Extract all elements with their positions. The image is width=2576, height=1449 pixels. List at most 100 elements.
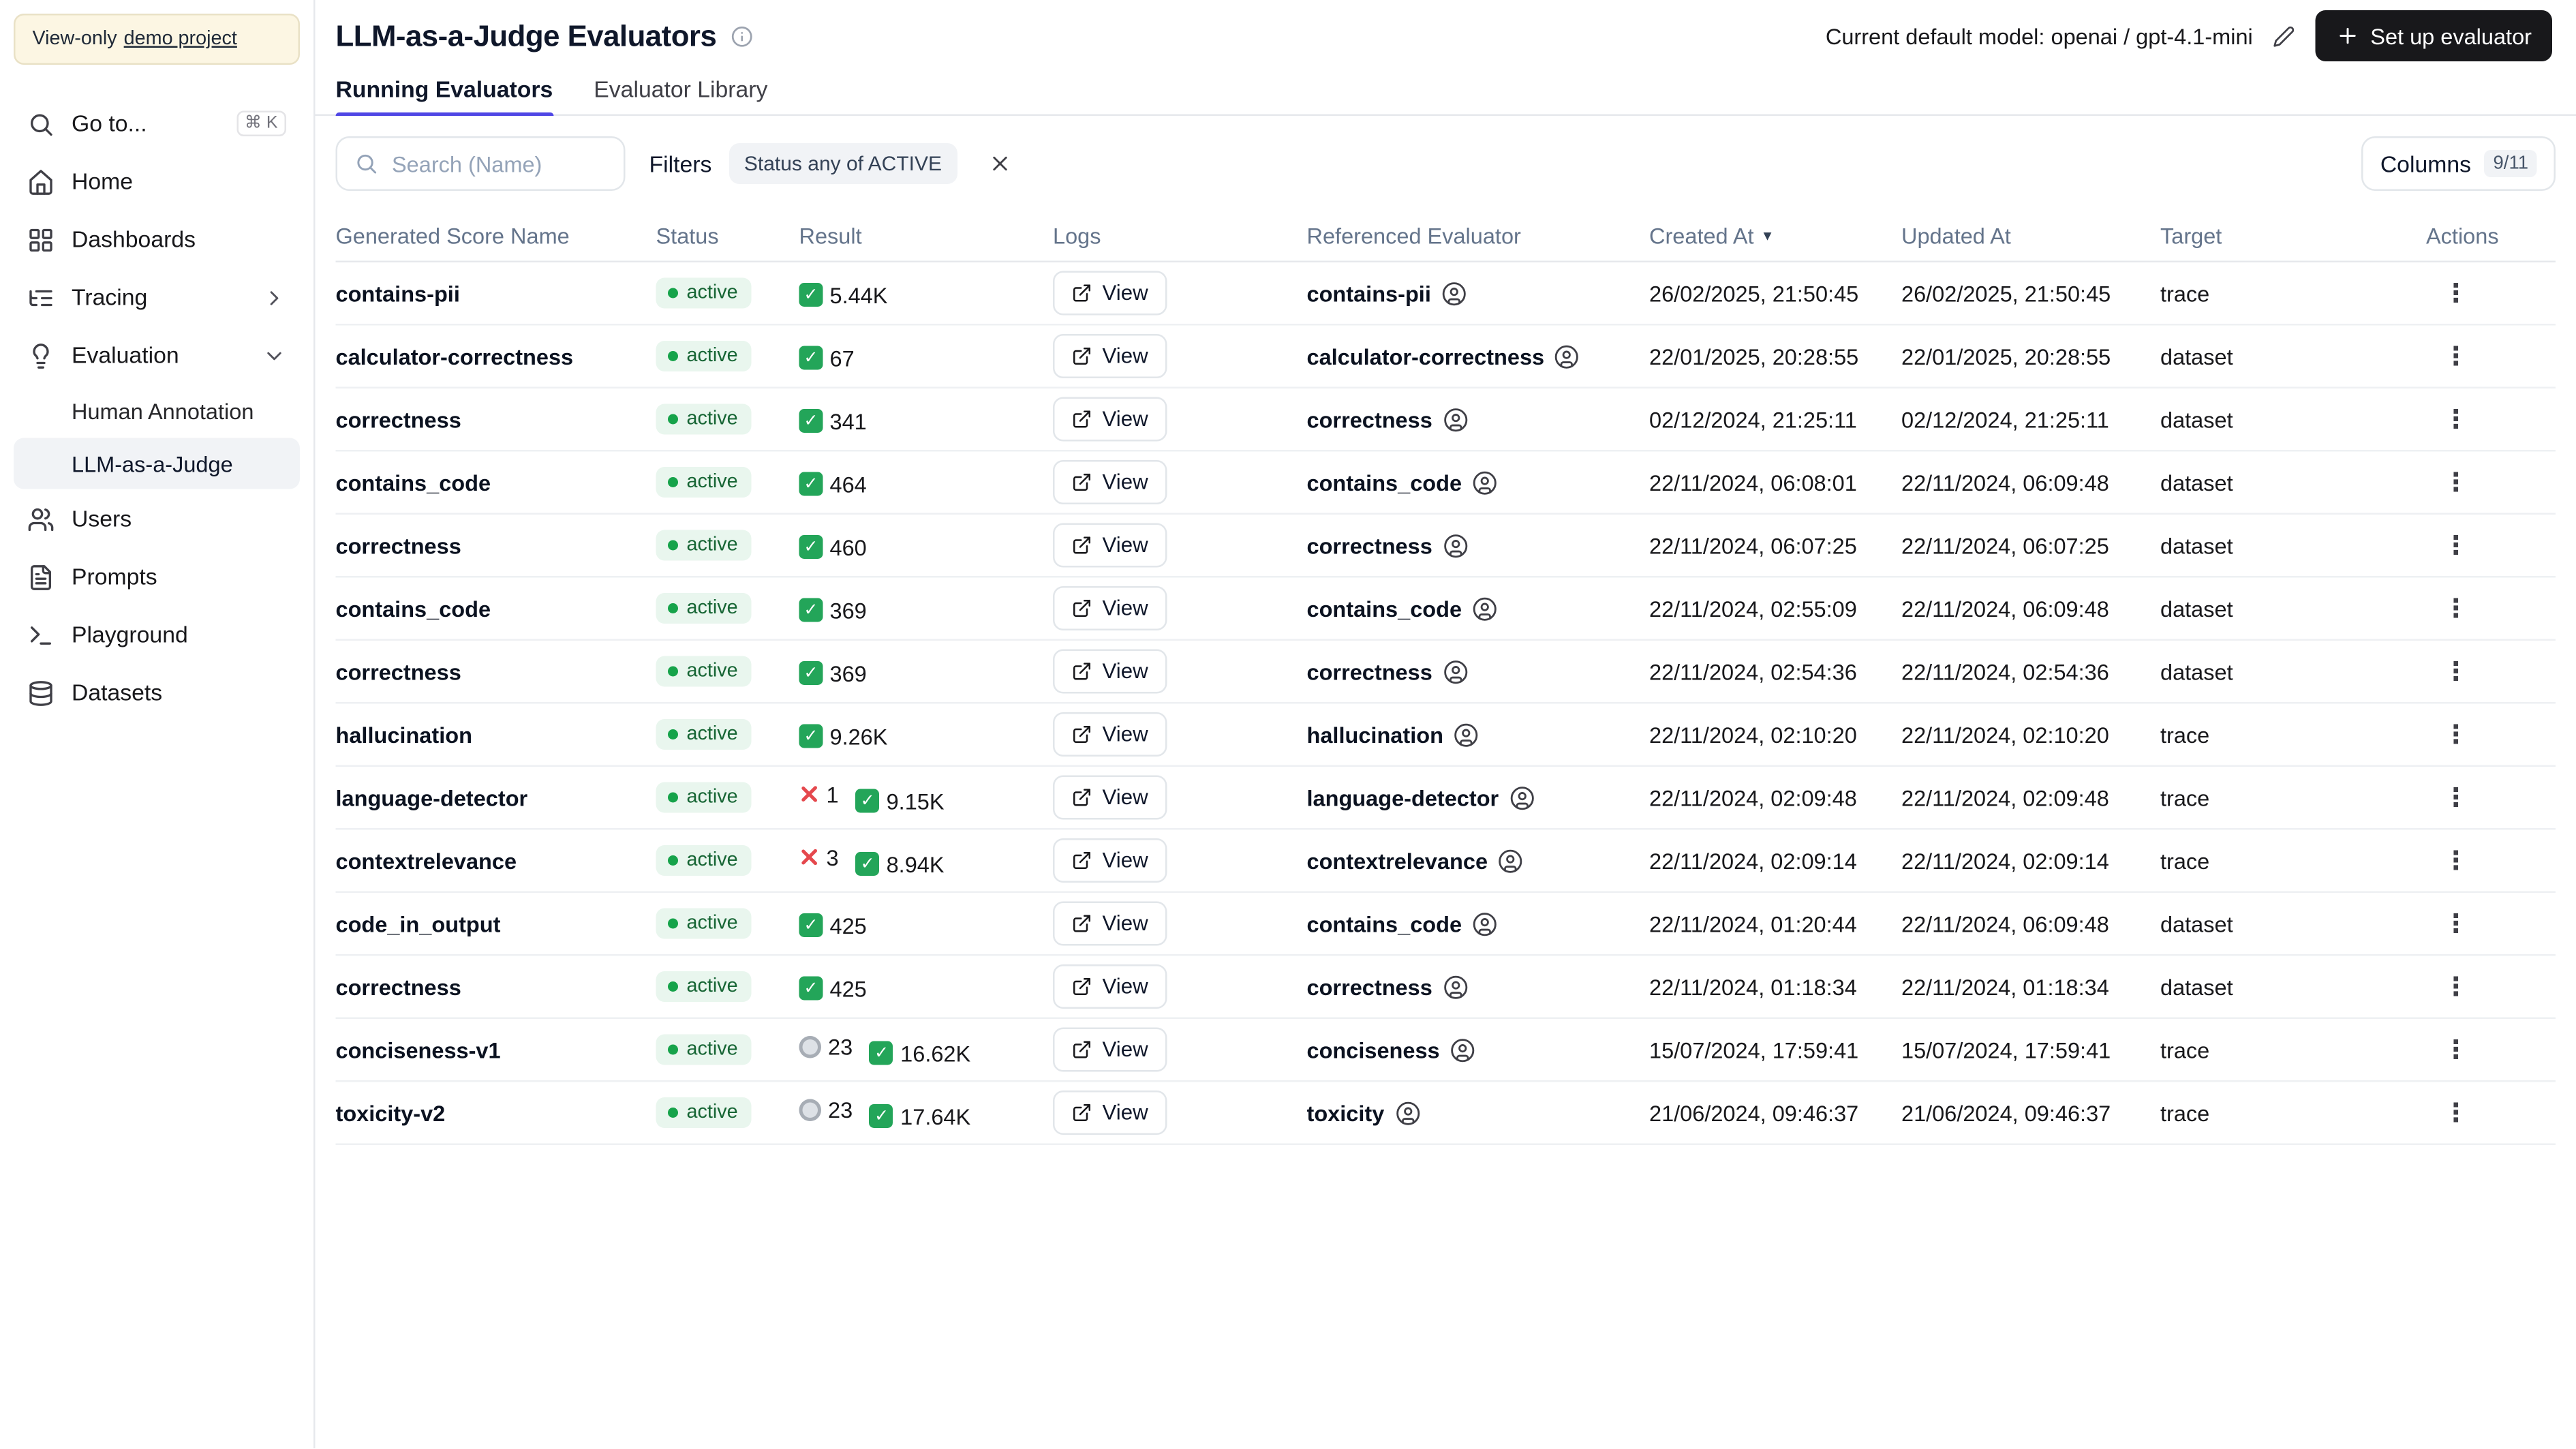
actions-cell: ⋮ [2426, 277, 2556, 309]
sidebar-item-llm-as-a-judge[interactable]: LLM-as-a-Judge [14, 438, 300, 489]
view-logs-button[interactable]: View [1053, 334, 1167, 378]
referenced-evaluator-cell: contextrelevance [1307, 848, 1650, 873]
view-logs-button[interactable]: View [1053, 586, 1167, 630]
row-actions-button[interactable]: ⋮ [2429, 781, 2483, 814]
row-actions-button[interactable]: ⋮ [2429, 971, 2483, 1003]
view-logs-button[interactable]: View [1053, 1090, 1167, 1135]
column-header-target[interactable]: Target [2160, 224, 2426, 249]
sidebar-item-tracing[interactable]: Tracing [14, 269, 300, 326]
created-at-value: 22/01/2025, 20:28:55 [1649, 343, 1859, 369]
user-circle-icon [1443, 974, 1469, 1000]
info-icon[interactable] [730, 25, 752, 47]
view-logs-button[interactable]: View [1053, 460, 1167, 504]
table-row[interactable]: code_in_output active ✓ 425 View contains… [335, 893, 2556, 956]
result-segment-success: ✓ 8.94K [855, 851, 945, 876]
result-cell: ✓ 369 [799, 594, 1054, 623]
table-row[interactable]: contextrelevance active 3 ✓ 8.94K View con… [335, 830, 2556, 893]
row-actions-button[interactable]: ⋮ [2429, 529, 2483, 562]
view-logs-button[interactable]: View [1053, 775, 1167, 820]
goto-label: Go to... [72, 110, 147, 137]
clear-filters-button[interactable] [981, 145, 1019, 183]
view-label: View [1102, 407, 1148, 431]
table-row[interactable]: contains-pii active ✓ 5.44K View contains… [335, 262, 2556, 326]
status-cell: active [656, 719, 799, 750]
tab-bar: Running Evaluators Evaluator Library [315, 65, 2576, 116]
pending-icon [799, 1098, 821, 1120]
sidebar-item-users[interactable]: Users [14, 491, 300, 547]
column-header-result[interactable]: Result [799, 224, 1054, 249]
logs-cell: View [1053, 271, 1307, 316]
column-header-logs[interactable]: Logs [1053, 224, 1307, 249]
columns-button[interactable]: Columns 9/11 [2361, 136, 2556, 191]
row-actions-button[interactable]: ⋮ [2429, 340, 2483, 373]
column-header-status[interactable]: Status [656, 224, 799, 249]
view-logs-button[interactable]: View [1053, 712, 1167, 757]
result-cell: 3 ✓ 8.94K [799, 844, 1054, 877]
created-at-value: 02/12/2024, 21:25:11 [1649, 406, 1857, 432]
row-actions-button[interactable]: ⋮ [2429, 718, 2483, 751]
row-actions-button[interactable]: ⋮ [2429, 592, 2483, 625]
sidebar-item-human-annotation[interactable]: Human Annotation [14, 385, 300, 436]
column-header-generated-score-name[interactable]: Generated Score Name [336, 224, 656, 249]
row-actions-button[interactable]: ⋮ [2429, 907, 2483, 940]
user-circle-icon [1394, 1100, 1420, 1126]
view-logs-button[interactable]: View [1053, 271, 1167, 316]
row-actions-button[interactable]: ⋮ [2429, 403, 2483, 436]
search-input[interactable] [392, 151, 607, 177]
table-row[interactable]: hallucination active ✓ 9.26K View halluci… [335, 704, 2556, 767]
view-logs-button[interactable]: View [1053, 523, 1167, 568]
external-link-icon [1073, 1041, 1090, 1058]
sidebar-item-home[interactable]: Home [14, 153, 300, 210]
table-row[interactable]: correctness active ✓ 460 View correctness… [335, 515, 2556, 578]
view-logs-button[interactable]: View [1053, 1027, 1167, 1072]
table-row[interactable]: contains_code active ✓ 369 View contains_… [335, 578, 2556, 641]
sidebar-item-prompts[interactable]: Prompts [14, 549, 300, 605]
sidebar-item-datasets[interactable]: Datasets [14, 665, 300, 721]
table-row[interactable]: calculator-correctness active ✓ 67 View c… [335, 326, 2556, 388]
column-header-created-at[interactable]: Created At ▼ [1649, 224, 1901, 249]
sidebar-item-dashboards[interactable]: Dashboards [14, 211, 300, 268]
row-actions-button[interactable]: ⋮ [2429, 1097, 2483, 1129]
sidebar-item-evaluation[interactable]: Evaluation [14, 327, 300, 384]
row-actions-button[interactable]: ⋮ [2429, 466, 2483, 499]
result-cell: ✓ 425 [799, 972, 1054, 1001]
view-label: View [1102, 1037, 1148, 1062]
success-icon: ✓ [855, 789, 880, 813]
table-row[interactable]: contains_code active ✓ 464 View contains_… [335, 452, 2556, 515]
goto-button[interactable]: Go to... ⌘ K [14, 95, 300, 152]
row-actions-button[interactable]: ⋮ [2429, 277, 2483, 309]
column-header-updated-at[interactable]: Updated At [1901, 224, 2160, 249]
row-actions-button[interactable]: ⋮ [2429, 655, 2483, 688]
table-row[interactable]: correctness active ✓ 369 View correctness… [335, 641, 2556, 704]
table-row[interactable]: correctness active ✓ 341 View correctness… [335, 388, 2556, 452]
row-actions-button[interactable]: ⋮ [2429, 1033, 2483, 1066]
view-logs-button[interactable]: View [1053, 649, 1167, 694]
tab-evaluator-library[interactable]: Evaluator Library [594, 65, 767, 115]
table-row[interactable]: toxicity-v2 active 23 ✓ 17.64K View toxici… [335, 1082, 2556, 1145]
view-label: View [1102, 785, 1148, 810]
external-link-icon [1073, 915, 1090, 932]
sidebar-item-playground[interactable]: Playground [14, 607, 300, 663]
view-logs-button[interactable]: View [1053, 838, 1167, 883]
updated-at-value: 26/02/2025, 21:50:45 [1901, 280, 2111, 306]
table-row[interactable]: conciseness-v1 active 23 ✓ 16.62K View con… [335, 1019, 2556, 1082]
table-row[interactable]: language-detector active 1 ✓ 9.15K View la… [335, 767, 2556, 830]
success-icon: ✓ [799, 661, 823, 685]
search-icon [357, 154, 377, 174]
row-actions-button[interactable]: ⋮ [2429, 844, 2483, 877]
view-logs-button[interactable]: View [1053, 964, 1167, 1009]
status-dot-icon [668, 351, 678, 361]
edit-default-model-button[interactable] [2270, 21, 2299, 50]
view-logs-button[interactable]: View [1053, 397, 1167, 442]
view-logs-button[interactable]: View [1053, 901, 1167, 946]
table-row[interactable]: correctness active ✓ 425 View correctness… [335, 956, 2556, 1019]
tab-running-evaluators[interactable]: Running Evaluators [335, 65, 553, 116]
user-circle-icon [1443, 532, 1469, 558]
demo-project-link[interactable]: demo project [124, 29, 237, 50]
external-link-icon [1073, 1104, 1090, 1121]
column-header-referenced-evaluator[interactable]: Referenced Evaluator [1307, 224, 1650, 249]
filters-button[interactable]: Filters Status any of ACTIVE [646, 143, 961, 184]
filter-chip-status-active[interactable]: Status any of ACTIVE [729, 143, 957, 184]
set-up-evaluator-button[interactable]: Set up evaluator [2316, 10, 2552, 61]
status-cell: active [656, 593, 799, 624]
